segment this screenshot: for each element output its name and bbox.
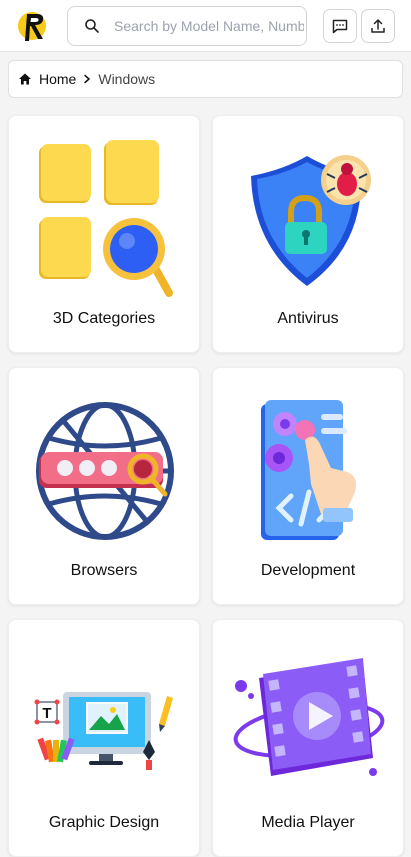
film-play-icon [233,658,385,776]
breadcrumb-current: Windows [98,71,156,87]
category-label: Antivirus [277,310,339,327]
svg-text:T: T [42,705,51,722]
search-box[interactable] [67,6,307,46]
top-bar [0,0,411,52]
search-icon [85,19,99,33]
category-label: Graphic Design [48,814,160,831]
upload-icon [371,19,385,33]
message-square-icon [332,19,348,34]
monitor-design-tools-icon: T [34,692,173,770]
3d-tiles-magnifier-icon [39,140,173,297]
breadcrumb-home-label: Home [39,71,77,87]
category-card-graphic-design[interactable]: T Graphic Design [8,619,200,857]
search-input[interactable] [114,18,304,34]
category-card-antivirus[interactable]: Antivirus [212,115,404,353]
breadcrumb: Home Windows [8,60,403,98]
breadcrumb-home-link[interactable]: Home [18,71,76,87]
category-card-browsers[interactable]: Browsers [8,367,200,605]
r-logo-icon[interactable] [16,8,48,44]
code-gear-hand-icon [261,400,356,540]
category-card-development[interactable]: Development [212,367,404,605]
feedback-button[interactable] [323,9,357,43]
category-card-media-player[interactable]: Media Player [212,619,404,857]
category-label: 3D Categories [52,310,156,327]
category-label: Development [260,562,356,579]
category-label: Browsers [70,562,138,579]
chevron-right-icon [82,74,92,84]
globe-password-icon [36,402,174,540]
home-icon [19,73,31,85]
category-label: Media Player [261,814,355,831]
category-card-3d-categories[interactable]: 3D Categories [8,115,200,353]
upload-button[interactable] [361,9,395,43]
shield-lock-bug-icon [251,155,371,286]
